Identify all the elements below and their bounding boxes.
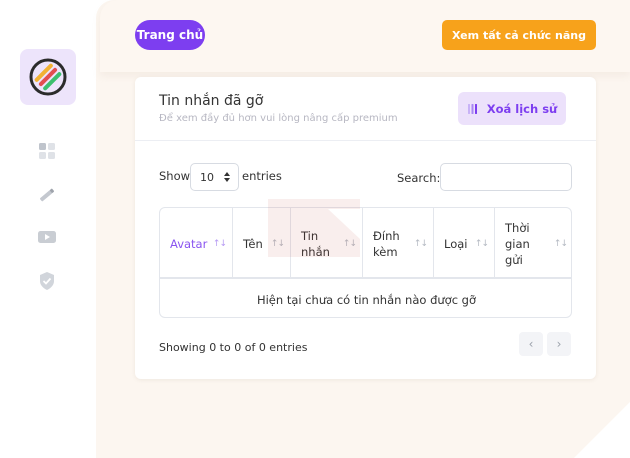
column-label-line: gian <box>505 236 530 251</box>
sort-arrows-icon: ↑↓ <box>270 238 285 249</box>
sort-arrows-icon: ↑↓ <box>342 238 357 249</box>
column-label: Tên <box>243 236 263 251</box>
column-label: Avatar <box>170 236 208 251</box>
column-label-line: Thời <box>505 220 530 235</box>
column-label-line: Đính <box>373 228 400 243</box>
home-button[interactable]: Trang chủ <box>135 20 205 50</box>
corner-decoration <box>574 402 630 458</box>
messages-table: Avatar ↑↓ Tên ↑↓ Tin nhắn ↑↓ Đính kèm ↑↓ <box>159 207 572 318</box>
clear-history-label: Xoá lịch sử <box>486 101 558 116</box>
column-type[interactable]: Loại ↑↓ <box>434 208 495 279</box>
card-title: Tin nhắn đã gỡ <box>159 93 264 109</box>
showing-info: Showing 0 to 0 of 0 entries <box>159 341 308 354</box>
entries-select[interactable]: 10 <box>190 163 239 191</box>
clear-history-button[interactable]: Xoá lịch sử <box>458 92 566 125</box>
all-features-button[interactable]: Xem tất cả chức năng <box>442 20 596 50</box>
sort-arrows-icon: ↑↓ <box>413 238 428 249</box>
updown-chevron-icon <box>224 172 230 182</box>
entries-label: entries <box>242 169 282 183</box>
column-label-stack: Tin nhắn <box>301 228 330 260</box>
column-label-line: Tin <box>301 228 319 243</box>
app-logo[interactable] <box>20 49 76 105</box>
sidebar <box>0 0 96 458</box>
card-divider <box>135 140 596 141</box>
show-label: Show <box>159 169 191 183</box>
logo-icon <box>29 58 67 96</box>
shield-check-icon[interactable] <box>36 270 58 292</box>
column-label-line: gửi <box>505 252 523 267</box>
column-sent-time[interactable]: Thời gian gửi ↑↓ <box>495 208 571 279</box>
trash-stripes-icon <box>467 103 477 114</box>
card-subtitle: Để xem đầy đủ hơn vui lòng nâng cấp prem… <box>159 113 398 124</box>
column-avatar[interactable]: Avatar ↑↓ <box>160 208 233 279</box>
column-attachment[interactable]: Đính kèm ↑↓ <box>363 208 434 279</box>
column-label-stack: Thời gian gửi <box>505 220 530 268</box>
search-label: Search: <box>397 171 441 185</box>
sort-arrows-icon: ↑↓ <box>212 238 227 249</box>
search-input[interactable] <box>440 163 572 191</box>
entries-select-value: 10 <box>200 170 214 184</box>
pen-icon[interactable] <box>36 184 58 206</box>
sort-arrows-icon: ↑↓ <box>553 238 568 249</box>
chevron-left-icon: ‹ <box>528 337 534 351</box>
video-icon[interactable] <box>36 226 58 248</box>
next-page-button[interactable]: › <box>547 332 571 356</box>
column-name[interactable]: Tên ↑↓ <box>233 208 291 279</box>
column-label-line: nhắn <box>301 244 330 259</box>
column-label-line: kèm <box>373 244 398 259</box>
column-label-stack: Đính kèm <box>373 228 400 260</box>
previous-page-button[interactable]: ‹ <box>519 332 543 356</box>
column-message[interactable]: Tin nhắn ↑↓ <box>291 208 363 279</box>
deleted-messages-card: Tin nhắn đã gỡ Để xem đầy đủ hơn vui lòn… <box>135 77 596 379</box>
table-header: Avatar ↑↓ Tên ↑↓ Tin nhắn ↑↓ Đính kèm ↑↓ <box>160 208 571 279</box>
column-label: Loại <box>444 236 468 251</box>
dashboard-icon[interactable] <box>36 140 58 162</box>
sort-arrows-icon: ↑↓ <box>474 238 489 249</box>
chevron-right-icon: › <box>556 337 562 351</box>
empty-table-row: Hiện tại chưa có tin nhắn nào được gỡ <box>256 293 477 307</box>
